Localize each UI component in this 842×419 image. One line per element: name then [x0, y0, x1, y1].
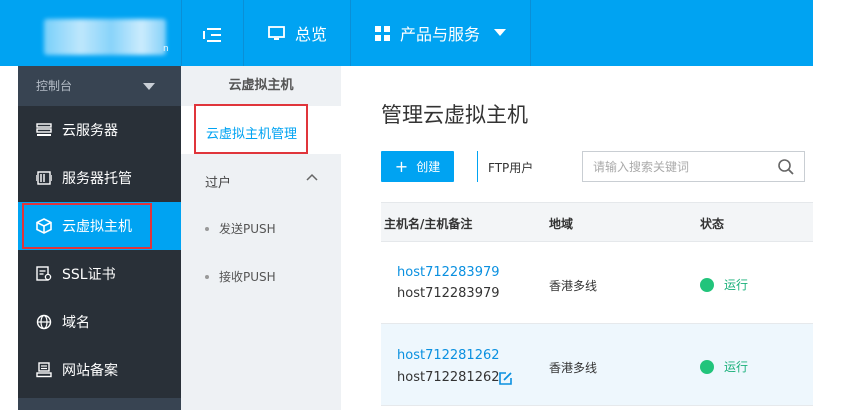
- logo-text: n: [163, 44, 169, 54]
- subnav-item-receive-push[interactable]: 接收PUSH: [205, 268, 276, 285]
- main-content: 管理云虚拟主机 + 创建 FTP用户 主机名/主机备注 地域 状态 host71…: [341, 66, 813, 410]
- sidebar-item-server-hosting[interactable]: 服务器托管: [18, 154, 181, 202]
- host-name-link[interactable]: host712283979: [397, 265, 500, 280]
- logo[interactable]: n: [18, 0, 181, 66]
- column-header-region: 地域: [549, 217, 574, 231]
- sidebar-item-label: 云服务器: [62, 123, 118, 139]
- sidebar-item-ssl-certificate[interactable]: SSL证书: [18, 250, 181, 298]
- search-input[interactable]: [583, 152, 773, 181]
- sidebar-item-label: SSL证书: [62, 267, 116, 283]
- plus-icon: +: [394, 156, 409, 176]
- collapse-menu-icon[interactable]: [203, 28, 221, 42]
- search-icon[interactable]: [777, 158, 795, 176]
- status-label: 运行: [724, 278, 749, 292]
- grid-icon: [375, 25, 390, 41]
- region-cell: 香港多线: [549, 361, 598, 375]
- highlight-box: [194, 104, 308, 154]
- divider: [350, 0, 351, 66]
- nav-products-services[interactable]: 产品与服务: [375, 0, 507, 66]
- sidebar-item-website-filing[interactable]: 网站备案: [18, 346, 181, 394]
- divider: [530, 0, 531, 66]
- highlight-box: [22, 203, 152, 249]
- create-button[interactable]: + 创建: [381, 151, 454, 182]
- search-box: [582, 151, 805, 182]
- rack-icon: [36, 170, 52, 186]
- status-running-icon: [700, 359, 714, 374]
- printer-icon: [36, 362, 52, 378]
- subnav-item-send-push[interactable]: 发送PUSH: [205, 220, 276, 237]
- bullet-icon: [205, 274, 209, 279]
- status-badge: 运行: [700, 358, 748, 375]
- sidebar-footer: [18, 398, 181, 410]
- table-row: host712281262 host712281262 香港多线 运行: [381, 324, 813, 406]
- status-label: 运行: [724, 360, 749, 374]
- console-window: n 总览 产品与服务 控制台 云服务器 服务器托管 云虚拟主机 SSL证书 域名…: [0, 0, 813, 410]
- divider: [477, 151, 478, 182]
- edit-icon[interactable]: [498, 371, 513, 386]
- status-running-icon: [700, 277, 714, 292]
- server-list-icon: [36, 122, 52, 138]
- caret-down-icon: [494, 29, 507, 36]
- console-dropdown[interactable]: 控制台: [18, 66, 181, 106]
- column-header-host: 主机名/主机备注: [384, 217, 473, 231]
- sidebar-item-label: 域名: [62, 315, 90, 331]
- divider: [243, 0, 244, 66]
- subnav-group-transfer[interactable]: 过户: [205, 172, 231, 191]
- bullet-icon: [205, 226, 209, 231]
- table-header: 主机名/主机备注 地域 状态: [381, 202, 813, 242]
- divider: [181, 0, 182, 66]
- sidebar-item-label: 网站备案: [62, 363, 118, 379]
- nav-overview[interactable]: 总览: [268, 0, 327, 66]
- chevron-up-icon[interactable]: [306, 172, 318, 184]
- nav-overview-label: 总览: [295, 25, 328, 44]
- sidebar-item-domain[interactable]: 域名: [18, 298, 181, 346]
- certificate-icon: [36, 266, 52, 282]
- nav-products-label: 产品与服务: [400, 25, 481, 44]
- top-navbar: n 总览 产品与服务: [0, 0, 813, 66]
- region-cell: 香港多线: [549, 279, 598, 293]
- sidebar-item-label: 服务器托管: [62, 171, 132, 187]
- table-row: host712283979 host712283979 香港多线 运行: [381, 242, 813, 324]
- monitor-icon: [268, 25, 285, 40]
- status-badge: 运行: [700, 276, 748, 293]
- globe-icon: [36, 314, 52, 330]
- subnav-item-label: 发送PUSH: [219, 222, 276, 236]
- host-note: host712281262: [397, 370, 500, 385]
- logo-image: [44, 19, 166, 55]
- host-name-link[interactable]: host712281262: [397, 348, 500, 363]
- host-note: host712283979: [397, 286, 500, 301]
- secondary-sidebar-title: 云虚拟主机: [228, 78, 294, 93]
- sidebar-item-cloud-server[interactable]: 云服务器: [18, 106, 181, 154]
- caret-down-icon: [143, 83, 155, 90]
- create-button-label: 创建: [416, 160, 441, 174]
- subnav-item-label: 接收PUSH: [219, 270, 276, 284]
- console-label: 控制台: [36, 79, 73, 93]
- page-title: 管理云虚拟主机: [381, 103, 528, 127]
- ftp-user-link[interactable]: FTP用户: [488, 159, 533, 176]
- column-header-status: 状态: [700, 217, 725, 231]
